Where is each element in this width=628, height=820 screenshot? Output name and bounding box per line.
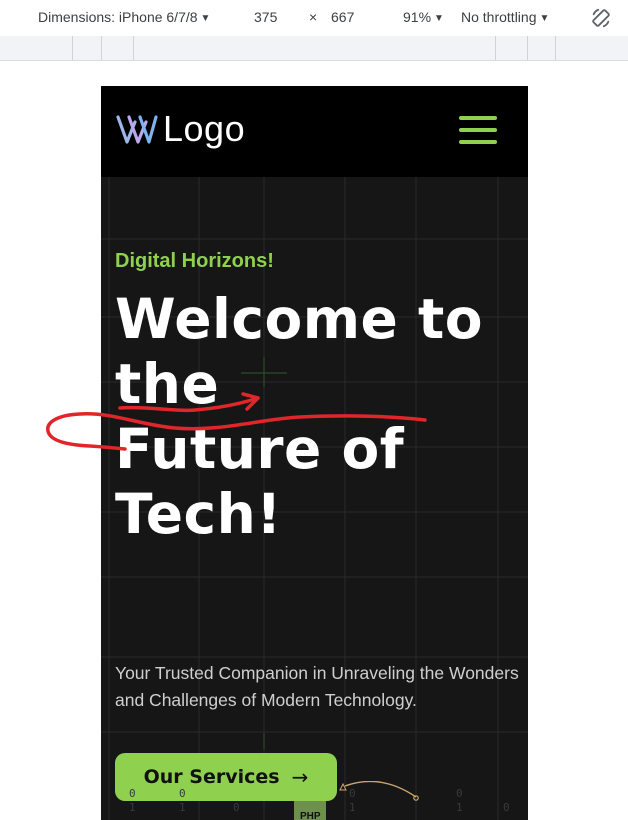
svg-text:1: 1 [349, 801, 356, 814]
rotate-icon[interactable] [590, 7, 612, 29]
site-header: Logo [101, 86, 528, 177]
hero-subtext: Your Trusted Companion in Unraveling the… [115, 663, 519, 710]
device-select-label: Dimensions: iPhone 6/7/8 [38, 9, 198, 25]
hero-section: Digital Horizons! Welcome to the Future … [101, 177, 528, 820]
logo-mark-icon[interactable] [116, 114, 158, 146]
headline-line: Tech! [115, 482, 282, 546]
chevron-down-icon: ▼ [539, 13, 550, 24]
hamburger-menu-icon[interactable] [459, 114, 497, 146]
device-viewport: Logo Digital Horizons! Welcome to the Fu… [101, 86, 528, 820]
devtools-device-toolbar: Dimensions: iPhone 6/7/8 ▼ 375 × 667 91% ▼… [0, 0, 628, 37]
headline-line: the [115, 352, 220, 416]
dimension-times-sign: × [309, 9, 318, 25]
svg-text:0: 0 [179, 787, 186, 800]
svg-text:1: 1 [179, 801, 186, 814]
zoom-select[interactable]: 91% ▼ [403, 9, 444, 25]
media-query-ruler [0, 36, 628, 61]
svg-text:0: 0 [349, 787, 356, 800]
svg-text:1: 1 [456, 801, 463, 814]
logo-text[interactable]: Logo [163, 108, 245, 150]
hero-illustration: 01 01 0 01 01 0 PHP [129, 781, 510, 820]
svg-text:0: 0 [233, 801, 240, 814]
throttling-select-label: No throttling [461, 9, 537, 25]
svg-text:0: 0 [129, 787, 136, 800]
device-select[interactable]: Dimensions: iPhone 6/7/8 ▼ [38, 9, 210, 25]
svg-text:0: 0 [503, 801, 510, 814]
svg-text:0: 0 [456, 787, 463, 800]
svg-text:1: 1 [129, 801, 136, 814]
throttling-select[interactable]: No throttling ▼ [461, 9, 549, 25]
headline-line: Future of [115, 417, 405, 481]
zoom-select-label: 91% [403, 9, 432, 25]
hero-eyebrow: Digital Horizons! [115, 250, 274, 272]
hero-headline: Welcome to the Future of Tech! [115, 287, 515, 547]
headline-line: Welcome to [115, 287, 484, 351]
chevron-down-icon: ▼ [200, 13, 211, 24]
width-input[interactable]: 375 [254, 9, 277, 25]
chevron-down-icon: ▼ [434, 13, 444, 24]
php-badge-text: PHP [300, 811, 321, 820]
height-input[interactable]: 667 [331, 9, 354, 25]
